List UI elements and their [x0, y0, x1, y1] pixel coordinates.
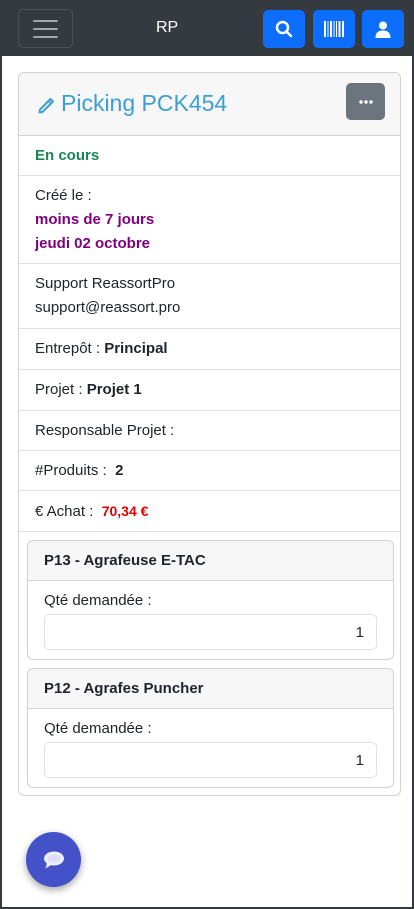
menu-toggle-button[interactable] [18, 9, 73, 48]
product-name: P13 - Agrafeuse E-TAC [28, 541, 393, 581]
top-navbar: RP [2, 0, 412, 56]
manager-row: Responsable Projet : [19, 411, 400, 451]
created-date: jeudi 02 octobre [35, 234, 151, 252]
created-relative: moins de 7 jours [35, 210, 155, 228]
barcode-scan-button[interactable] [313, 10, 355, 48]
search-button[interactable] [263, 10, 305, 48]
qty-label: Qté demandée : [44, 592, 152, 609]
picking-title-text: Picking PCK454 [61, 90, 228, 116]
purchase-row: € Achat : 70,34 € [19, 491, 400, 532]
qty-label: Qté demandée : [44, 720, 152, 737]
status-row: En cours [19, 136, 400, 176]
picking-title[interactable]: Picking PCK454 [37, 90, 227, 117]
product-card: P12 - Agrafes Puncher Qté demandée : [27, 668, 394, 788]
contact-name: Support ReassortPro [35, 275, 176, 292]
warehouse-row: Entrepôt : Principal [19, 329, 400, 370]
qty-input[interactable] [44, 614, 377, 650]
project-value: Projet 1 [86, 381, 142, 398]
chat-icon [43, 851, 64, 868]
purchase-label: € Achat : [35, 502, 94, 520]
barcode-icon [324, 21, 344, 37]
picking-card: Picking PCK454 En cours Créé le : moins … [18, 72, 401, 796]
purchase-value: 70,34 € [101, 502, 149, 519]
user-icon [375, 21, 391, 38]
menu-icon [33, 19, 58, 22]
status-badge: En cours [35, 146, 100, 164]
products-value: 2 [115, 461, 124, 479]
search-icon [275, 20, 293, 38]
created-row: Créé le : moins de 7 jours jeudi 02 octo… [19, 176, 400, 264]
contact-row: Support ReassortPro support@reassort.pro [19, 264, 400, 329]
user-account-button[interactable] [362, 10, 404, 48]
more-options-button[interactable] [346, 83, 385, 120]
contact-email: support@reassort.pro [35, 299, 181, 316]
qty-input[interactable] [44, 742, 377, 778]
pencil-icon [38, 97, 54, 113]
product-name: P12 - Agrafes Puncher [28, 669, 393, 709]
ellipsis-icon [358, 99, 373, 104]
created-label: Créé le : [35, 186, 92, 204]
manager-label: Responsable Projet : [35, 421, 175, 439]
warehouse-label: Entrepôt : [35, 340, 101, 357]
chat-button[interactable] [26, 832, 81, 887]
products-label: #Produits : [35, 461, 107, 479]
project-label: Projet : [35, 381, 83, 398]
project-row: Projet : Projet 1 [19, 370, 400, 411]
product-card: P13 - Agrafeuse E-TAC Qté demandée : [27, 540, 394, 660]
products-count-row: #Produits : 2 [19, 451, 400, 491]
picking-card-header: Picking PCK454 [19, 73, 400, 136]
brand-logo[interactable]: RP [156, 19, 178, 37]
warehouse-value: Principal [104, 340, 168, 357]
